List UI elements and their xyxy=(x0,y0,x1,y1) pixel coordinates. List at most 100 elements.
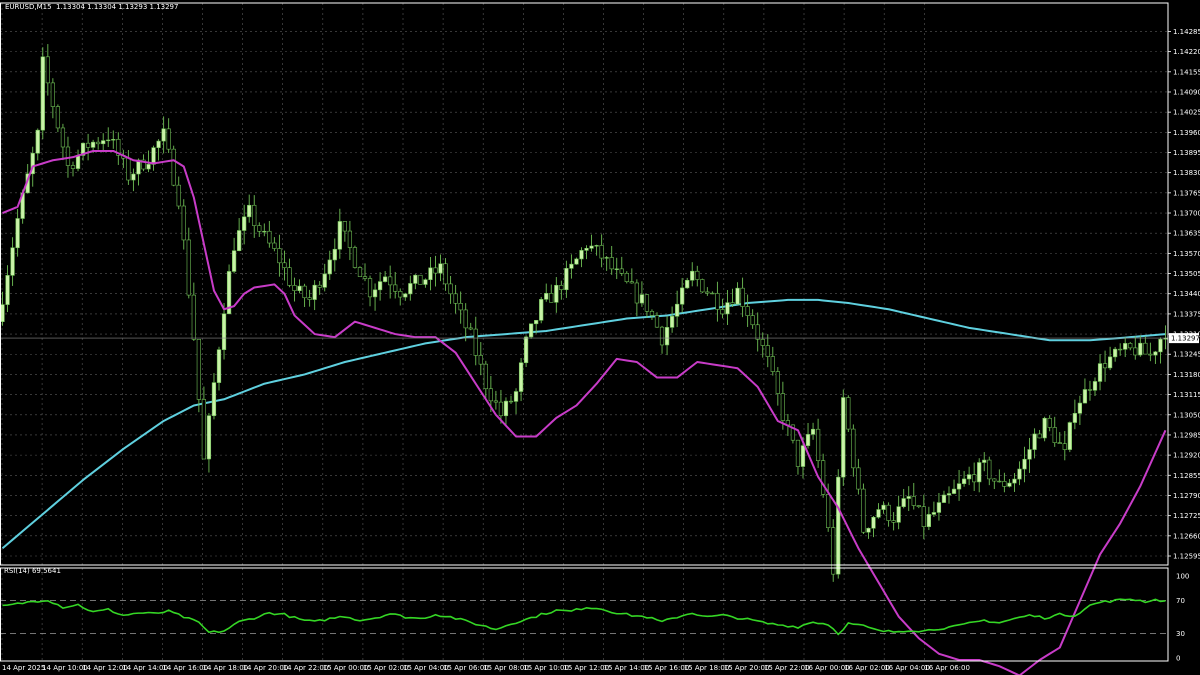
candle-body xyxy=(544,293,549,300)
price-tick-label: 1.13245 xyxy=(1173,351,1200,359)
time-tick-label: 14 Apr 20:00 xyxy=(243,664,289,672)
candle-body xyxy=(418,274,423,285)
candle-body xyxy=(443,263,448,285)
candle-body xyxy=(664,327,670,346)
price-tick-label: 1.13895 xyxy=(1173,149,1200,157)
candle-body xyxy=(539,299,544,321)
candle-body xyxy=(574,258,579,265)
candle-body xyxy=(282,262,287,268)
candle-body xyxy=(861,488,866,533)
candle-body xyxy=(1062,443,1067,450)
candle-body xyxy=(342,221,347,232)
candle-body xyxy=(5,275,10,305)
candle-body xyxy=(307,297,312,300)
fast-ma-line xyxy=(2,149,1167,675)
candle-body xyxy=(493,400,499,403)
candle-body xyxy=(75,155,81,169)
symbol-label: EURUSD,M15 xyxy=(5,3,52,11)
candle-body xyxy=(297,285,302,291)
candle-body xyxy=(498,401,504,417)
candle-body xyxy=(760,339,765,346)
candle-body xyxy=(624,273,629,282)
time-tick-label: 14 Apr 10:00 xyxy=(42,664,88,672)
price-tick-label: 1.14285 xyxy=(1173,28,1200,36)
candle-body xyxy=(876,509,881,518)
candle-body xyxy=(423,279,428,285)
candle-body xyxy=(1077,402,1083,414)
candle-body xyxy=(881,504,886,510)
candle-body xyxy=(735,287,740,305)
candle-body xyxy=(322,273,327,288)
time-tick-label: 16 Apr 00:00 xyxy=(804,664,850,672)
candle-body xyxy=(463,309,468,329)
candle-body xyxy=(468,327,473,330)
candle-body xyxy=(906,496,911,499)
candle-body xyxy=(810,428,816,435)
candle-body xyxy=(1123,343,1128,350)
candle-body xyxy=(886,504,891,521)
candle-body xyxy=(1037,433,1042,439)
price-tick-label: 1.13505 xyxy=(1173,270,1200,278)
candle-body xyxy=(710,292,715,295)
candle-body xyxy=(453,293,458,304)
candle-body xyxy=(1047,417,1052,428)
chart-window: 1.14285 1.14220 1.14155 1.14090 1.14025 1.139… xyxy=(0,0,1200,675)
candle-body xyxy=(40,56,45,131)
price-tick-label: 1.13765 xyxy=(1173,189,1200,197)
rsi-panel-frame xyxy=(0,567,1169,662)
candle-body xyxy=(166,128,171,150)
time-tick-label: 15 Apr 08:00 xyxy=(483,664,529,672)
candle-body xyxy=(377,281,383,291)
candle-body xyxy=(851,428,856,469)
candle-body xyxy=(362,276,368,279)
candle-body xyxy=(1092,381,1098,391)
price-tick-label: 1.13440 xyxy=(1173,290,1200,298)
rsi-header: RSI(14) 69.5641 xyxy=(4,567,61,575)
time-tick-label: 15 Apr 16:00 xyxy=(644,664,690,672)
chart-canvas[interactable]: 1.14285 1.14220 1.14155 1.14090 1.14025 1.139… xyxy=(0,0,1200,675)
candle-body xyxy=(15,218,20,249)
candle-body xyxy=(478,355,483,365)
candle-body xyxy=(0,304,5,322)
candle-body xyxy=(559,284,564,291)
price-tick-label: 1.14155 xyxy=(1173,68,1200,76)
price-tick-label: 1.13375 xyxy=(1173,310,1200,318)
candle-body xyxy=(413,274,418,284)
price-tick-label: 1.12790 xyxy=(1173,492,1200,500)
candle-body xyxy=(277,248,282,264)
candle-body xyxy=(846,397,851,430)
candle-body xyxy=(65,146,71,166)
candle-body xyxy=(488,388,493,402)
candle-body xyxy=(191,294,196,340)
time-tick-label: 14 Apr 18:00 xyxy=(203,664,249,672)
candle-body xyxy=(231,250,237,272)
candle-body xyxy=(91,141,96,148)
candle-body xyxy=(564,268,569,291)
time-tick-label: 15 Apr 22:00 xyxy=(764,664,810,672)
candle-body xyxy=(70,165,76,169)
candlesticks xyxy=(0,44,1168,582)
price-tick-label: 1.13700 xyxy=(1173,210,1200,218)
rsi-label: RSI(14) 69.5641 xyxy=(4,567,61,575)
candle-body xyxy=(951,488,957,494)
candle-body xyxy=(680,287,685,305)
candle-body xyxy=(644,294,650,312)
candle-body xyxy=(685,279,690,289)
candle-body xyxy=(896,506,901,523)
candle-body xyxy=(755,324,760,340)
time-tick-label: 15 Apr 12:00 xyxy=(563,664,609,672)
candle-body xyxy=(1017,468,1022,480)
candle-body xyxy=(352,247,358,268)
ohlc-values: 1.13304 1.13304 1.13293 1.13297 xyxy=(56,3,179,11)
candle-body xyxy=(267,230,272,244)
slow-moving-average xyxy=(1,298,1166,550)
candle-body xyxy=(977,462,982,483)
candle-body xyxy=(357,267,363,277)
time-tick-label: 16 Apr 06:00 xyxy=(924,664,970,672)
candle-body xyxy=(584,248,589,251)
candle-body xyxy=(1113,348,1118,358)
candle-body xyxy=(518,362,524,392)
candle-body xyxy=(619,268,624,274)
candle-body xyxy=(438,263,443,274)
candle-body xyxy=(247,204,252,218)
